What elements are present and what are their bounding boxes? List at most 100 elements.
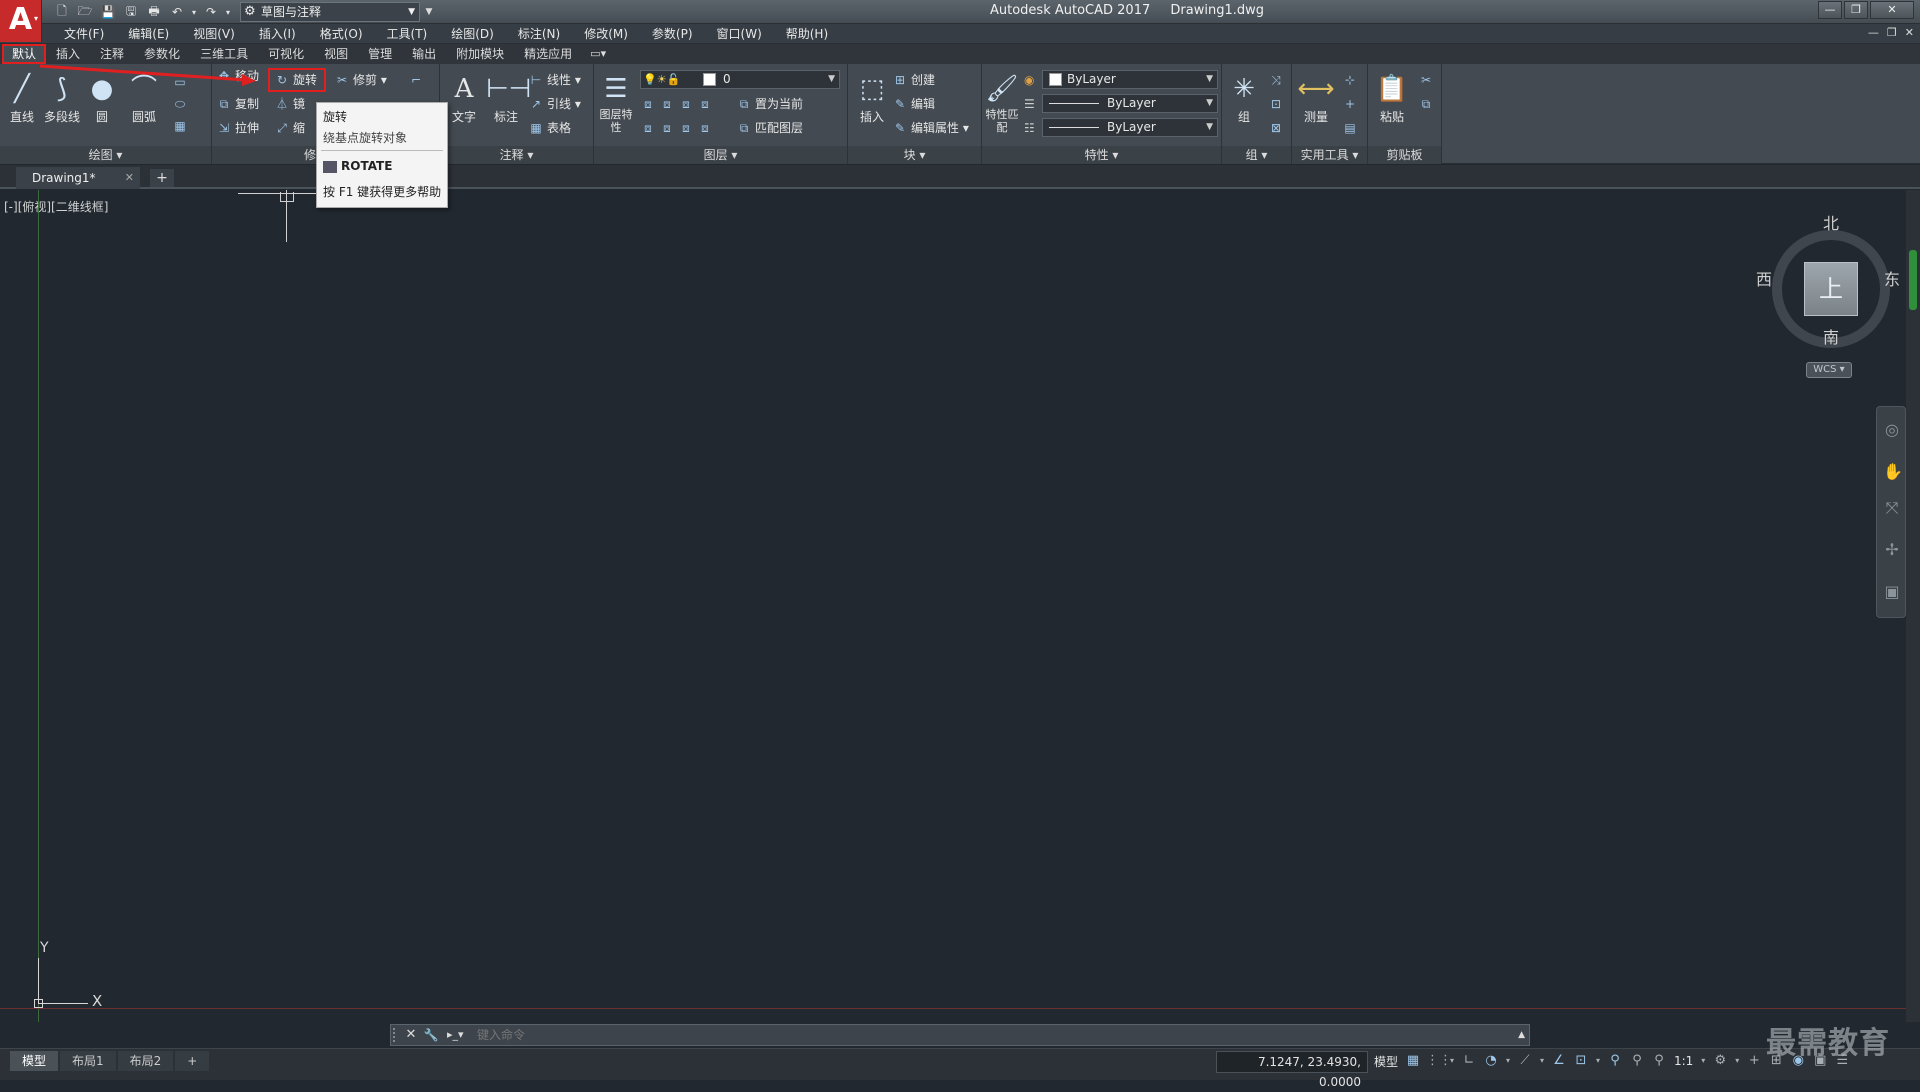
undo-icon[interactable]: ↶ [167,3,187,21]
object-snap-icon[interactable]: ⊡ [1572,1051,1590,1071]
compass-north[interactable]: 北 [1823,210,1839,234]
redo-dropdown-icon[interactable]: ▾ [224,3,232,21]
group-edit-icon[interactable]: ⊡ [1268,94,1287,114]
workspace-gear-icon[interactable]: ⚙ [1711,1051,1729,1071]
menu-edit[interactable]: 编辑(E) [116,24,181,44]
menu-view[interactable]: 视图(V) [181,24,247,44]
tab-home[interactable]: 默认 [2,44,47,64]
showmotion-icon[interactable]: ▣ [1883,583,1901,601]
doc-close-button[interactable]: ✕ [1905,26,1914,39]
menu-dimension[interactable]: 标注(N) [506,24,572,44]
command-input[interactable] [473,1026,1503,1044]
linetype-dropdown[interactable]: ByLayer ▼ [1042,94,1218,113]
copy-clip-icon[interactable]: ⧉ [1418,94,1437,114]
menu-help[interactable]: 帮助(H) [774,24,840,44]
match-layer-button[interactable]: ⧉ 匹配图层 [736,118,803,138]
color-dropdown[interactable]: ByLayer ▼ [1042,70,1218,89]
polyline-button[interactable]: ⟆ 多段线 [42,70,82,125]
edit-attributes-button[interactable]: ✎ 编辑属性 ▾ [892,118,969,138]
doc-restore-button[interactable]: ❐ [1887,26,1897,39]
tab-layout1[interactable]: 布局1 [60,1051,116,1071]
trim-button[interactable]: ✂ 修剪 ▾ [334,70,387,90]
layer-tools-row2[interactable]: ⧈ ⧈ ⧈ ⧈ [640,118,716,138]
menu-draw[interactable]: 绘图(D) [439,24,506,44]
close-icon[interactable]: ✕ [125,167,134,189]
set-current-button[interactable]: ⧉ 置为当前 [736,94,803,114]
annotation-scale-icon[interactable]: ⚲ [1650,1051,1668,1071]
edit-block-button[interactable]: ✎ 编辑 [892,94,935,114]
tab-annotate[interactable]: 注释 [90,44,134,64]
text-button[interactable]: A 文字 [444,70,484,125]
chevron-down-icon[interactable]: ▾ [1733,1051,1741,1071]
cut-icon[interactable]: ✂ [1418,70,1437,90]
grid-icon[interactable]: ▦ [1404,1051,1422,1071]
menu-file[interactable]: 文件(F) [52,24,116,44]
new-document-button[interactable]: + [150,169,174,187]
dimension-button[interactable]: ⊢⊣ 标注 [486,70,531,125]
workspace-dropdown[interactable]: ⚙ 草图与注释 ▼ [240,2,420,22]
tab-addins[interactable]: 附加模块 [446,44,514,64]
wrench-icon[interactable]: 🔧 [423,1025,439,1045]
linear-button[interactable]: ⊢ 线性 ▾ [528,70,581,90]
steering-wheel-icon[interactable]: ◎ [1883,421,1901,439]
tab-3d-tools[interactable]: 三维工具 [190,44,258,64]
command-prompt-icon[interactable]: ▸_▾ [447,1025,471,1045]
object-snap-tracking-icon[interactable]: ∠ [1550,1051,1568,1071]
auto-scale-icon[interactable]: ⚲ [1628,1051,1646,1071]
crosshair-icon[interactable]: + [1342,94,1361,114]
add-layout-button[interactable]: + [175,1051,210,1071]
close-button[interactable]: ✕ [1870,1,1914,19]
ungroup-icon[interactable]: ⤨ [1268,70,1287,90]
stretch-button[interactable]: ⇲ 拉伸 [216,118,259,138]
doc-minimize-button[interactable]: — [1868,26,1879,39]
point-icon[interactable]: ⊹ [1342,70,1361,90]
customize-toolbar-icon[interactable]: ▼ [422,2,436,22]
undo-dropdown-icon[interactable]: ▾ [190,3,198,21]
mirror-button[interactable]: ⏃ 镜 [274,94,305,114]
tab-output[interactable]: 输出 [402,44,446,64]
copy-button[interactable]: ⧉ 复制 [216,94,259,114]
menu-modify[interactable]: 修改(M) [572,24,640,44]
measure-button[interactable]: ⟷ 测量 [1296,70,1336,125]
minimize-button[interactable]: — [1818,1,1842,19]
groups-panel-title[interactable]: 组 ▾ [1222,146,1291,164]
arc-button[interactable]: ⌒ 圆弧 [124,70,164,125]
table-button[interactable]: ▦ 表格 [528,118,571,138]
chevron-down-icon[interactable]: ▾ [1699,1051,1707,1071]
viewport-controls-label[interactable]: [-][俯视][二维线框] [4,198,108,215]
annotation-scale[interactable]: 1:1 [1674,1051,1693,1071]
rotate-button[interactable]: ↻ 旋转 [268,68,326,92]
chevron-down-icon[interactable]: ▾ [1504,1051,1512,1071]
circle-button[interactable]: ● 圆 [82,70,122,125]
layers-panel-title[interactable]: 图层 ▾ [594,146,847,164]
leader-button[interactable]: ↗ 引线 ▾ [528,94,581,114]
menu-insert[interactable]: 插入(I) [247,24,308,44]
pan-icon[interactable]: ✋ [1883,463,1903,481]
command-line-grip[interactable] [393,1028,397,1042]
compass-east[interactable]: 东 [1884,266,1900,290]
orbit-icon[interactable]: ✢ [1883,541,1901,559]
chevron-down-icon[interactable]: ▾ [1448,1051,1456,1071]
menu-parametric[interactable]: 参数(P) [640,24,705,44]
open-file-icon[interactable]: 🗁 [75,3,95,21]
tab-featured-apps[interactable]: 精选应用 [514,44,582,64]
fillet-button[interactable]: ⌐ [408,70,427,90]
tab-view[interactable]: 视图 [314,44,358,64]
menu-window[interactable]: 窗口(W) [705,24,774,44]
match-properties-button[interactable]: 🖌 特性匹配 [984,70,1020,134]
document-tab[interactable]: Drawing1* ✕ [16,167,140,189]
move-button[interactable]: ✥ 移动 [216,66,259,86]
zoom-icon[interactable]: ⤧ [1883,499,1901,517]
draw-panel-title[interactable]: 绘图 ▾ [0,146,211,164]
compass-west[interactable]: 西 [1756,266,1772,290]
ribbon-toggle-icon[interactable]: ▭▾ [582,44,614,64]
model-space-toggle[interactable]: 模型 [1374,1053,1398,1070]
line-button[interactable]: ╱ 直线 [2,70,42,125]
vertical-scrollbar[interactable] [1906,190,1920,1022]
scrollbar-thumb[interactable] [1909,250,1917,310]
tab-model[interactable]: 模型 [10,1051,59,1071]
layer-tools-row1[interactable]: ⧈ ⧈ ⧈ ⧈ [640,94,716,114]
ucs-icon[interactable]: Y X [30,940,110,1010]
drawing-canvas[interactable]: [-][俯视][二维线框] Y X 北 南 东 西 上 WCS ▾ ◎ ✋ ⤧ … [0,190,1906,1022]
compass-south[interactable]: 南 [1823,324,1839,348]
